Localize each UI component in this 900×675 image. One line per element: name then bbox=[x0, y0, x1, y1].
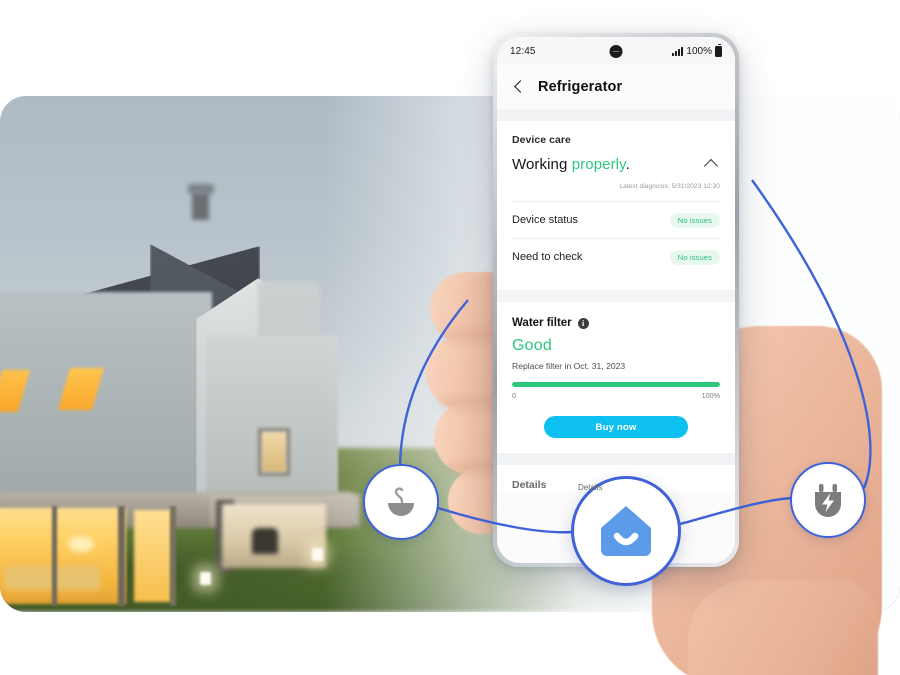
chevron-up-icon[interactable] bbox=[702, 155, 720, 173]
back-chevron-icon[interactable] bbox=[511, 79, 527, 95]
device-status-badge: No issues bbox=[669, 212, 720, 228]
water-filter-title: Water filter bbox=[512, 317, 572, 329]
info-icon[interactable]: i bbox=[577, 317, 589, 329]
device-care-bottom-pad bbox=[512, 275, 720, 290]
need-to-check-label: Need to check bbox=[512, 251, 583, 263]
section-gap-bottom bbox=[497, 453, 735, 465]
headline-prefix: Working bbox=[512, 155, 572, 173]
cooking-pot-icon bbox=[388, 487, 414, 516]
device-status-row[interactable]: Device status No issues bbox=[512, 202, 720, 238]
water-filter-title-row: Water filter i bbox=[512, 302, 720, 329]
signal-bars-icon bbox=[672, 46, 684, 56]
smartthings-home-icon bbox=[601, 506, 651, 556]
screenshot-root: 12:45 100% Refrigerator Device care Work… bbox=[0, 0, 900, 675]
status-bar-indicators: 100% bbox=[672, 43, 722, 57]
wrist bbox=[688, 580, 878, 675]
water-filter-state: Good bbox=[512, 337, 552, 354]
device-care-card: Device care Working properly. Latest dia… bbox=[497, 121, 735, 290]
device-care-header[interactable]: Working properly. bbox=[512, 146, 720, 173]
device-care-headline: Working properly. bbox=[512, 156, 630, 173]
scale-min-label: 0 bbox=[512, 391, 516, 400]
device-status-label: Device status bbox=[512, 214, 579, 226]
need-to-check-badge: No issues bbox=[669, 249, 720, 265]
scale-max-label: 100% bbox=[701, 391, 720, 400]
section-gap-top bbox=[497, 109, 735, 121]
buy-now-button[interactable]: Buy now bbox=[544, 416, 688, 438]
headline-accent: properly bbox=[571, 155, 626, 173]
status-bar: 12:45 100% bbox=[497, 37, 735, 65]
need-to-check-row[interactable]: Need to check No issues bbox=[512, 239, 720, 275]
battery-full-icon bbox=[715, 43, 722, 57]
smartthings-home-node[interactable] bbox=[571, 476, 681, 586]
latest-diagnosis-note: Latest diagnosis: 5/31/2023 12:30 bbox=[619, 183, 720, 190]
front-camera-icon bbox=[609, 45, 623, 58]
water-filter-bottom-pad bbox=[512, 438, 720, 453]
cooking-node[interactable] bbox=[363, 464, 439, 540]
section-gap-middle bbox=[497, 290, 735, 302]
water-filter-scale: 0 100% bbox=[512, 387, 720, 400]
power-node[interactable] bbox=[790, 462, 866, 538]
water-filter-replace-note: Replace filter in Oct. 31, 2023 bbox=[512, 361, 626, 371]
status-bar-time: 12:45 bbox=[510, 45, 536, 57]
headline-suffix: . bbox=[625, 155, 630, 173]
occluded-detail-label: Details bbox=[578, 483, 603, 492]
page-title: Refrigerator bbox=[538, 79, 623, 95]
water-filter-card: Water filter i Good Replace filter in Oc… bbox=[497, 302, 735, 453]
app-bar: Refrigerator bbox=[497, 65, 735, 109]
battery-percent-label: 100% bbox=[686, 45, 712, 57]
device-care-section-label: Device care bbox=[512, 134, 571, 146]
power-plug-bolt-icon bbox=[815, 484, 841, 517]
